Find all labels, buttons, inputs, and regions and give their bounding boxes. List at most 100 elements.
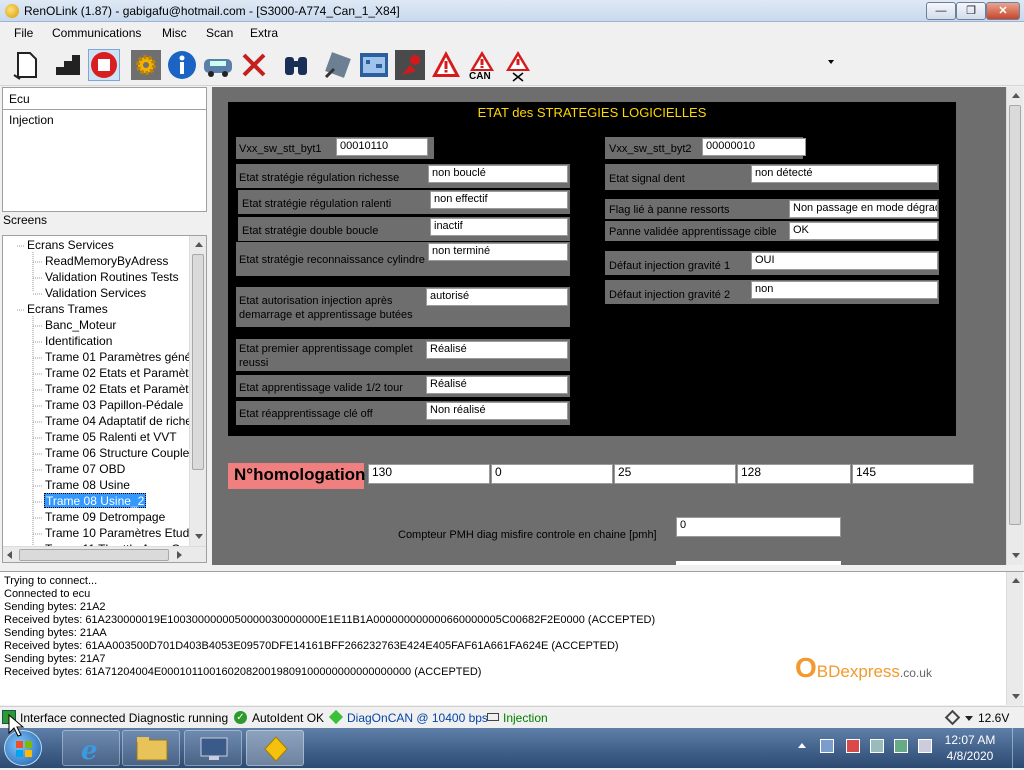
scroll-down-icon[interactable] (195, 534, 203, 539)
tree-item-trame-08[interactable]: Trame 08 Usine (45, 478, 130, 493)
pin-tool-icon[interactable] (394, 49, 426, 81)
label-apprentissage-cible: Panne validée apprentissage cible (609, 226, 777, 238)
tree-item-banc-moteur[interactable]: Banc_Moteur (45, 318, 116, 333)
value-gravite-2: non (751, 281, 938, 299)
maximize-button[interactable]: ❐ (956, 2, 986, 20)
tray-app-icon[interactable] (820, 739, 834, 753)
gear-icon[interactable] (130, 49, 162, 81)
diag-icon (328, 709, 344, 725)
tray-expand-icon[interactable] (798, 743, 806, 748)
chevron-down-icon[interactable] (965, 716, 973, 721)
stop-icon[interactable] (88, 49, 120, 81)
scroll-up-icon[interactable] (1012, 93, 1020, 98)
tree-scroll-thumb[interactable] (192, 254, 204, 470)
label-panne-ressorts: Flag lié à panne ressorts (609, 204, 730, 216)
scroll-right-icon[interactable] (177, 551, 182, 559)
tree-item-identification[interactable]: Identification (45, 334, 112, 349)
toolbar: CAN (0, 44, 1024, 86)
status-interface: Interface connected Diagnostic running (20, 711, 229, 725)
clear-warning-icon[interactable] (502, 49, 534, 82)
menu-extra[interactable]: Extra (250, 26, 278, 40)
tree-item-trame-08-usine-2[interactable]: Trame 08 Usine_2 (44, 493, 147, 508)
show-desktop-button[interactable] (1012, 728, 1024, 768)
log-line: Received bytes: 61A71204004E000101100160… (4, 666, 482, 678)
clock-time[interactable]: 12:07 AM (940, 733, 1000, 747)
tree-item-trame-03[interactable]: Trame 03 Papillon-Pédale (45, 398, 183, 413)
taskbar-renolink[interactable] (246, 730, 304, 766)
tree-item-trame-09[interactable]: Trame 09 Detrompage (45, 510, 165, 525)
tree-item-read-memory[interactable]: ReadMemoryByAdress (45, 254, 168, 269)
volume-icon[interactable] (918, 739, 932, 753)
value-apprentissage-demi-tour: Réalisé (426, 376, 568, 394)
can-warning-icon[interactable]: CAN (466, 49, 498, 82)
tree-item-validation-routines[interactable]: Validation Routines Tests (45, 270, 179, 285)
chevron-down-icon[interactable] (828, 60, 834, 64)
ecu-item-injection[interactable]: Injection (9, 113, 54, 127)
scroll-down-icon[interactable] (1012, 694, 1020, 699)
stairs-icon[interactable] (52, 49, 84, 81)
value-apprentissage-cible: OK (789, 222, 938, 240)
taskbar-explorer[interactable] (122, 730, 180, 766)
ecu-header: Ecu (3, 88, 206, 110)
value-byt2: 00000010 (702, 138, 806, 156)
computer-icon (200, 737, 228, 760)
tree-item-trame-10[interactable]: Trame 10 Paramètres Etudes (45, 526, 202, 541)
menu-scan[interactable]: Scan (206, 26, 233, 40)
toolbar-combo[interactable] (538, 54, 838, 74)
value-premier-apprentissage: Réalisé (426, 341, 568, 359)
clock-date[interactable]: 4/8/2020 (940, 749, 1000, 763)
tray-device-icon[interactable] (870, 739, 884, 753)
label-gravite-2: Défaut injection gravité 2 (609, 289, 731, 301)
next-field-partial (676, 561, 841, 565)
status-diag: DiagOnCAN @ 10400 bps (347, 711, 488, 725)
tree-item-ecrans-trames[interactable]: Ecrans Trames (27, 302, 108, 317)
main-vertical-scrollbar[interactable] (1006, 87, 1023, 565)
menu-file[interactable]: File (14, 26, 33, 40)
tree-item-trame-02b[interactable]: Trame 02 Etats et Paramètres (45, 382, 205, 397)
delete-x-icon[interactable] (238, 49, 270, 81)
label-premier-apprentissage: Etat premier apprentissage complet reuss… (239, 343, 413, 369)
tree-item-trame-02a[interactable]: Trame 02 Etats et Paramètres (45, 366, 205, 381)
tree-item-trame-05[interactable]: Trame 05 Ralenti et VVT (45, 430, 177, 445)
tree-hscroll-thumb[interactable] (19, 549, 169, 561)
log-vertical-scrollbar[interactable] (1006, 572, 1023, 705)
mouse-cursor-icon (8, 714, 24, 737)
log-line: Sending bytes: 21AA (4, 627, 107, 639)
tree-item-trame-01[interactable]: Trame 01 Paramètres générau (45, 350, 206, 365)
log-line: Sending bytes: 21A7 (4, 653, 106, 665)
warning-icon[interactable] (430, 49, 462, 81)
ecu-chip-icon[interactable] (322, 49, 354, 81)
tree-item-trame-07[interactable]: Trame 07 OBD (45, 462, 125, 477)
tree-item-validation-services[interactable]: Validation Services (45, 286, 146, 301)
scroll-up-icon[interactable] (1012, 578, 1020, 583)
tree-horizontal-scrollbar[interactable] (3, 546, 206, 562)
tree-item-trame-06[interactable]: Trame 06 Structure Couple (45, 446, 189, 461)
scroll-up-icon[interactable] (195, 242, 203, 247)
info-icon[interactable] (166, 49, 198, 81)
tree-vertical-scrollbar[interactable] (189, 236, 206, 546)
binoculars-icon[interactable] (280, 49, 312, 81)
minimize-button[interactable]: — (926, 2, 956, 20)
panel-settings-icon[interactable] (358, 49, 390, 81)
status-autoident: AutoIdent OK (252, 711, 325, 725)
tree-item-trame-04[interactable]: Trame 04 Adaptatif de richesse (45, 414, 206, 429)
screens-header: Screens (3, 213, 48, 227)
menu-misc[interactable]: Misc (162, 26, 187, 40)
value-byt1: 00010110 (336, 138, 428, 156)
close-button[interactable]: ✕ (986, 2, 1020, 20)
taskbar-computer[interactable] (184, 730, 242, 766)
screens-tree: Ecrans Services ReadMemoryByAdress Valid… (2, 235, 207, 563)
obdexpress-watermark: OBDexpress.co.uk (795, 652, 932, 684)
scroll-down-icon[interactable] (1012, 553, 1020, 558)
taskbar-ie[interactable]: e (62, 730, 120, 766)
scroll-left-icon[interactable] (7, 551, 12, 559)
menu-communications[interactable]: Communications (52, 26, 141, 40)
car-scan-icon[interactable] (202, 49, 234, 81)
tree-item-ecrans-services[interactable]: Ecrans Services (27, 238, 114, 253)
main-scroll-thumb[interactable] (1009, 105, 1021, 525)
label-signal-dent: Etat signal dent (609, 173, 685, 185)
tray-network-icon[interactable] (894, 739, 908, 753)
can-label: CAN (469, 71, 491, 82)
tray-flag-icon[interactable] (846, 739, 860, 753)
new-file-icon[interactable] (10, 49, 42, 81)
